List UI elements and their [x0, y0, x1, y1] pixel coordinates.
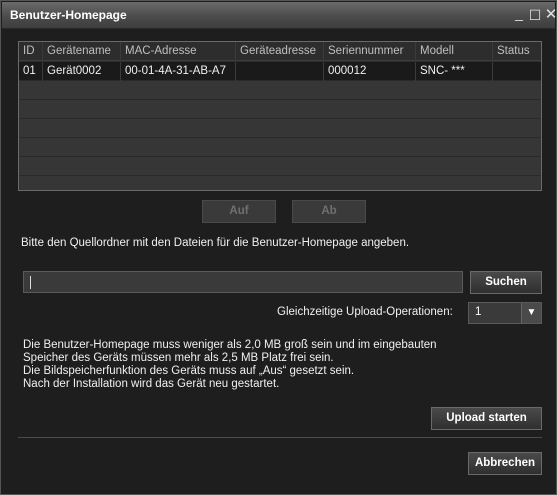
user-homepage-dialog: Benutzer-Homepage _ ☐ ✕ ID Gerätename MA… — [0, 0, 557, 495]
empty-table-row[interactable] — [19, 100, 541, 119]
column-header-status[interactable]: Status — [493, 42, 541, 61]
concurrent-uploads-label: Gleichzeitige Upload-Operationen: — [277, 306, 453, 318]
close-icon[interactable]: ✕ — [543, 5, 557, 25]
maximize-icon[interactable]: ☐ — [527, 5, 543, 25]
column-header-device-name[interactable]: Gerätename — [43, 42, 121, 61]
table-header: ID Gerätename MAC-Adresse Geräteadresse … — [19, 42, 541, 61]
instructions-text: Bitte den Quellordner mit den Dateien fü… — [21, 237, 410, 249]
title-bar[interactable]: Benutzer-Homepage _ ☐ ✕ — [2, 2, 557, 29]
move-up-button[interactable]: Auf — [202, 200, 276, 223]
dropdown-arrow-icon[interactable]: ▼ — [521, 303, 541, 323]
move-down-button[interactable]: Ab — [292, 200, 366, 223]
note-line: Nach der Installation wird das Gerät neu… — [23, 378, 280, 390]
empty-table-row[interactable] — [19, 119, 541, 138]
cell-serial: 000012 — [324, 62, 416, 81]
cell-status — [493, 62, 541, 81]
cell-device-name: Gerät0002 — [43, 62, 121, 81]
concurrent-uploads-select[interactable]: 1 ▼ — [468, 302, 542, 324]
note-line: Die Benutzer-Homepage muss weniger als 2… — [23, 339, 437, 351]
cell-id: 01 — [19, 62, 43, 81]
cell-device-address — [236, 62, 324, 81]
source-folder-input[interactable] — [23, 271, 463, 293]
column-header-serial[interactable]: Seriennummer — [324, 42, 416, 61]
empty-table-row[interactable] — [19, 138, 541, 157]
note-line: Speicher des Geräts müssen mehr als 2,5 … — [23, 352, 334, 364]
empty-table-row[interactable] — [19, 176, 541, 190]
cell-model: SNC- *** — [416, 62, 493, 81]
note-line: Die Bildspeicherfunktion des Geräts muss… — [23, 365, 355, 377]
device-table[interactable]: ID Gerätename MAC-Adresse Geräteadresse … — [18, 41, 542, 191]
minimize-icon[interactable]: _ — [511, 3, 527, 23]
divider — [18, 437, 542, 438]
cancel-button[interactable]: Abbrechen — [468, 452, 542, 475]
start-upload-button[interactable]: Upload starten — [431, 407, 542, 430]
column-header-id[interactable]: ID — [19, 42, 43, 61]
column-header-device-address[interactable]: Geräteadresse — [236, 42, 324, 61]
concurrent-uploads-value: 1 — [475, 306, 482, 318]
empty-table-row[interactable] — [19, 81, 541, 100]
cell-mac: 00-01-4A-31-AB-A7 — [121, 62, 236, 81]
column-header-mac[interactable]: MAC-Adresse — [121, 42, 236, 61]
table-row[interactable]: 01 Gerät0002 00-01-4A-31-AB-A7 000012 SN… — [19, 62, 541, 81]
empty-table-row[interactable] — [19, 157, 541, 176]
dialog-title: Benutzer-Homepage — [10, 8, 127, 22]
column-header-model[interactable]: Modell — [416, 42, 493, 61]
text-caret — [30, 276, 31, 289]
search-button[interactable]: Suchen — [470, 271, 542, 294]
